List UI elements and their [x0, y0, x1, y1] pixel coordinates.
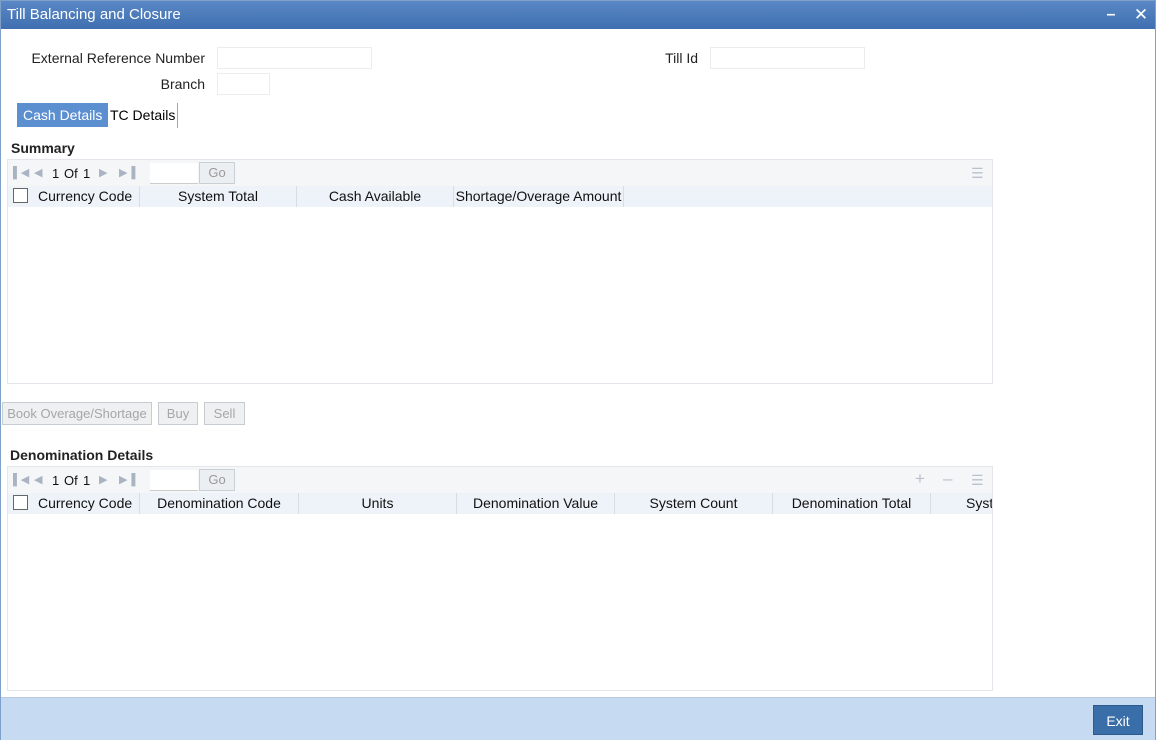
- summary-page-of: Of: [64, 166, 78, 181]
- first-page-icon[interactable]: ▌◀: [13, 166, 29, 179]
- denomination-page-current: 1: [52, 473, 60, 488]
- denomination-select-all-checkbox[interactable]: [13, 495, 28, 510]
- next-page-icon[interactable]: ▶: [99, 473, 107, 486]
- column-header-denomination-value[interactable]: Denomination Value: [457, 493, 615, 514]
- first-page-icon[interactable]: ▌◀: [13, 473, 29, 486]
- previous-page-icon[interactable]: ◀: [34, 166, 42, 179]
- column-header-system-total[interactable]: System Total: [140, 186, 297, 207]
- branch-field[interactable]: [217, 73, 270, 95]
- close-icon[interactable]: ✕: [1131, 5, 1151, 25]
- summary-grid-toolbar: ▌◀ ◀ 1 Of 1 ▶ ▶▐ Go ☰: [8, 160, 992, 186]
- column-header-system-truncated[interactable]: Syst: [966, 493, 992, 514]
- denomination-go-button[interactable]: Go: [199, 469, 235, 491]
- sell-button[interactable]: Sell: [204, 402, 245, 425]
- previous-page-icon[interactable]: ◀: [34, 473, 42, 486]
- summary-page-input[interactable]: [150, 163, 198, 184]
- delete-row-icon[interactable]: –: [943, 469, 952, 489]
- last-page-icon[interactable]: ▶▐: [119, 473, 135, 486]
- tab-divider: [177, 103, 178, 128]
- column-header-cash-available[interactable]: Cash Available: [297, 186, 454, 207]
- book-overage-shortage-button[interactable]: Book Overage/Shortage: [2, 402, 152, 425]
- column-header-denomination-code[interactable]: Denomination Code: [140, 493, 299, 514]
- column-header-units[interactable]: Units: [299, 493, 457, 514]
- buy-button[interactable]: Buy: [158, 402, 198, 425]
- column-header-shortage-overage-amount[interactable]: Shortage/Overage Amount: [454, 186, 624, 207]
- till-id-label: Till Id: [665, 50, 698, 66]
- footer-bar: Exit: [1, 697, 1155, 740]
- branch-label: Branch: [160, 76, 205, 92]
- denomination-page-of: Of: [64, 473, 78, 488]
- column-header-denomination-total[interactable]: Denomination Total: [773, 493, 931, 514]
- summary-go-button[interactable]: Go: [199, 162, 235, 184]
- column-settings-icon[interactable]: ☰: [971, 165, 984, 182]
- summary-grid: ▌◀ ◀ 1 Of 1 ▶ ▶▐ Go ☰ Currency Code Syst…: [7, 159, 993, 384]
- external-reference-field[interactable]: [217, 47, 372, 69]
- denomination-grid-header: Currency Code Denomination Code Units De…: [8, 493, 992, 514]
- column-header-system-count[interactable]: System Count: [615, 493, 773, 514]
- next-page-icon[interactable]: ▶: [99, 166, 107, 179]
- denomination-page-input[interactable]: [150, 470, 198, 491]
- window-title: Till Balancing and Closure: [7, 6, 181, 23]
- minimize-icon[interactable]: –: [1101, 5, 1121, 25]
- last-page-icon[interactable]: ▶▐: [119, 166, 135, 179]
- summary-page-current: 1: [52, 166, 60, 181]
- summary-select-all-checkbox[interactable]: [13, 188, 28, 203]
- external-reference-label: External Reference Number: [31, 50, 205, 66]
- tab-tc-details[interactable]: TC Details: [104, 103, 181, 127]
- column-settings-icon[interactable]: ☰: [971, 472, 984, 489]
- denomination-page-total: 1: [83, 473, 91, 488]
- denomination-grid-toolbar: ▌◀ ◀ 1 Of 1 ▶ ▶▐ Go + – ☰: [8, 467, 992, 493]
- till-id-field[interactable]: [710, 47, 865, 69]
- column-header-currency-code[interactable]: Currency Code: [38, 186, 140, 207]
- add-row-icon[interactable]: +: [915, 469, 925, 489]
- summary-grid-header: Currency Code System Total Cash Availabl…: [8, 186, 992, 207]
- title-bar: Till Balancing and Closure – ✕: [1, 1, 1155, 29]
- summary-page-total: 1: [83, 166, 91, 181]
- denomination-details-title: Denomination Details: [10, 447, 154, 463]
- denomination-grid: ▌◀ ◀ 1 Of 1 ▶ ▶▐ Go + – ☰ Currency Code …: [7, 466, 993, 691]
- tab-cash-details[interactable]: Cash Details: [17, 103, 109, 127]
- summary-title: Summary: [11, 140, 75, 156]
- column-header-currency-code[interactable]: Currency Code: [38, 493, 140, 514]
- till-balancing-window: Till Balancing and Closure – ✕ External …: [0, 0, 1156, 740]
- exit-button[interactable]: Exit: [1093, 705, 1143, 735]
